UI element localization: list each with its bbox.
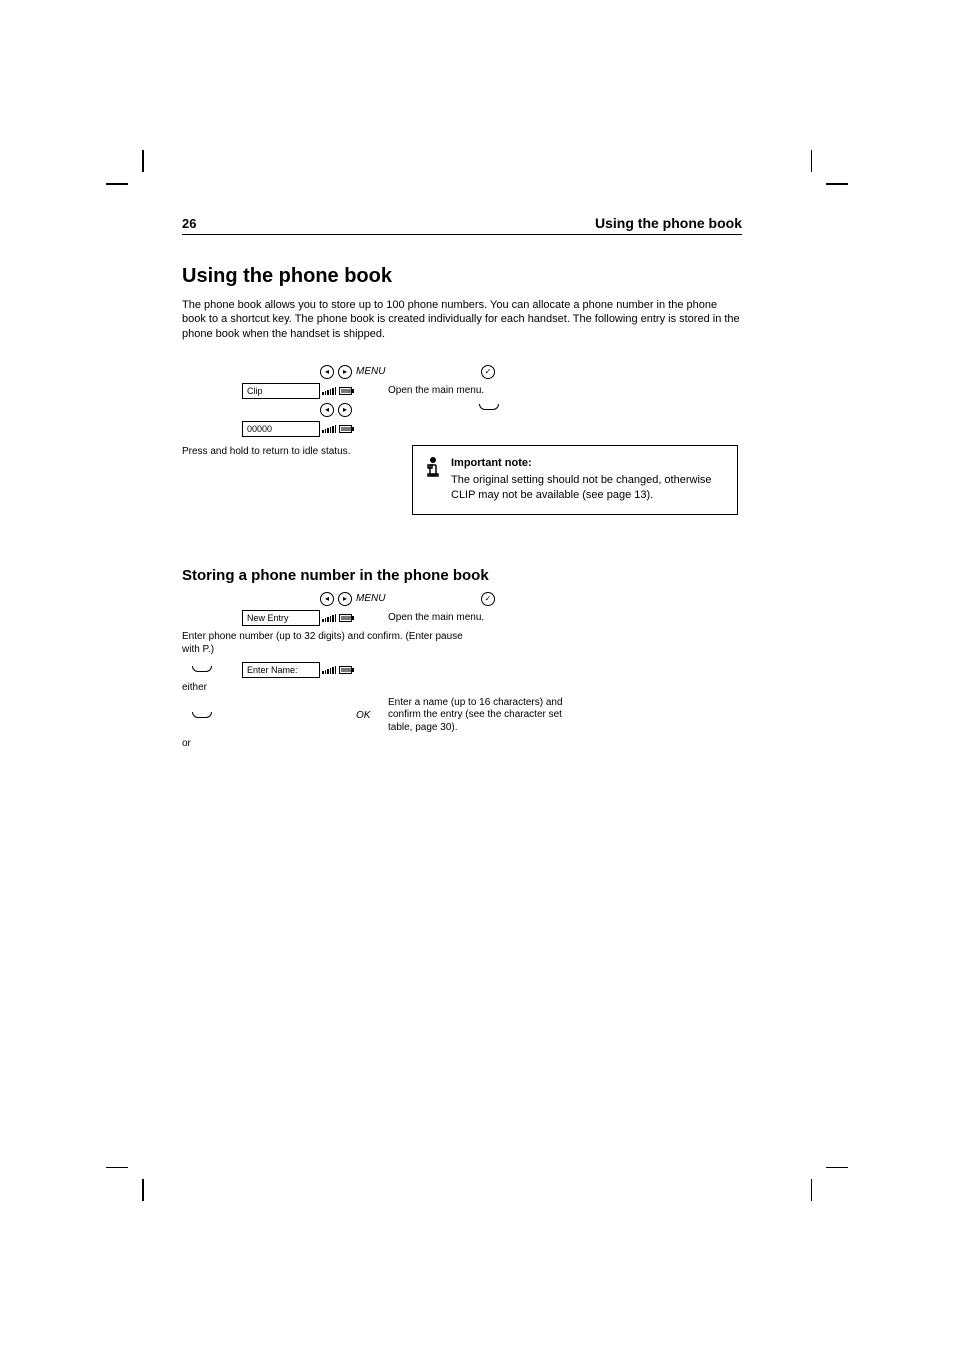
right-arrow-icon: ▸ — [338, 592, 352, 606]
proc-row: ◂ ▸ MENU ✓ — [182, 592, 742, 606]
info-icon — [425, 456, 441, 483]
battery-icon — [339, 666, 352, 674]
proc-row: OK Enter a name (up to 16 characters) an… — [182, 697, 742, 735]
proc-row: 00000 — [182, 421, 742, 437]
heading-phonebook: Using the phone book — [182, 265, 742, 288]
left-arrow-icon: ◂ — [320, 592, 334, 606]
procedure-block-1: ◂ ▸ MENU ✓ Clip — [182, 365, 742, 437]
check-icon: ✓ — [481, 365, 495, 379]
display-box: Clip — [242, 383, 320, 399]
proc-description: Press and hold to return to idle status. — [182, 445, 392, 458]
menu-label: MENU — [356, 593, 384, 604]
display-box: New Entry — [242, 610, 320, 626]
section-storing: Storing a phone number in the phone book… — [182, 567, 742, 750]
display-text: New Entry — [247, 613, 289, 623]
right-arrow-icon: ▸ — [338, 403, 352, 417]
section-title: Using the phone book — [595, 215, 742, 231]
proc-description: Open the main menu. — [388, 612, 588, 625]
signal-icon — [322, 614, 336, 622]
handset-down-icon — [192, 665, 210, 675]
info-note-box: Important note: The original setting sho… — [412, 445, 738, 516]
info-title: Important note: — [451, 456, 725, 471]
proc-description: Enter a name (up to 16 characters) and c… — [388, 697, 588, 735]
left-arrow-icon: ◂ — [320, 403, 334, 417]
right-arrow-icon: ▸ — [338, 365, 352, 379]
running-header: 26 Using the phone book — [182, 215, 742, 235]
section-phonebook: Using the phone book The phone book allo… — [182, 265, 742, 341]
page-number: 26 — [182, 216, 196, 231]
display-box: Enter Name: — [242, 662, 320, 678]
battery-icon — [339, 425, 352, 433]
proc-row: ◂ ▸ — [182, 403, 742, 417]
display-text: 00000 — [247, 424, 272, 434]
handset-down-icon — [479, 403, 497, 413]
display-text: Clip — [247, 386, 263, 396]
display-box: 00000 — [242, 421, 320, 437]
or-label: or — [182, 738, 742, 749]
proc-description: Enter phone number (up to 32 digits) and… — [182, 630, 482, 656]
proc-description: Open the main menu. — [388, 385, 588, 398]
either-label: either — [182, 682, 742, 693]
page-content: 26 Using the phone book Using the phone … — [182, 215, 742, 773]
handset-down-icon — [192, 711, 210, 721]
heading-storing: Storing a phone number in the phone book — [182, 567, 742, 584]
check-icon: ✓ — [481, 592, 495, 606]
proc-row: Clip Open the main menu. — [182, 383, 742, 399]
battery-icon — [339, 387, 352, 395]
battery-icon — [339, 614, 352, 622]
signal-icon — [322, 387, 336, 395]
signal-icon — [322, 425, 336, 433]
proc-row: New Entry Open the main menu. — [182, 610, 742, 626]
proc-row: Enter Name: — [182, 662, 742, 678]
proc-row: ◂ ▸ MENU ✓ — [182, 365, 742, 379]
info-row-wrap: Press and hold to return to idle status.… — [182, 445, 742, 545]
menu-label: MENU — [356, 366, 384, 377]
signal-icon — [322, 666, 336, 674]
ok-label: OK — [356, 710, 384, 721]
info-body: The original setting should not be chang… — [451, 473, 725, 503]
left-arrow-icon: ◂ — [320, 365, 334, 379]
intro-paragraph: The phone book allows you to store up to… — [182, 298, 742, 341]
display-text: Enter Name: — [247, 665, 298, 675]
